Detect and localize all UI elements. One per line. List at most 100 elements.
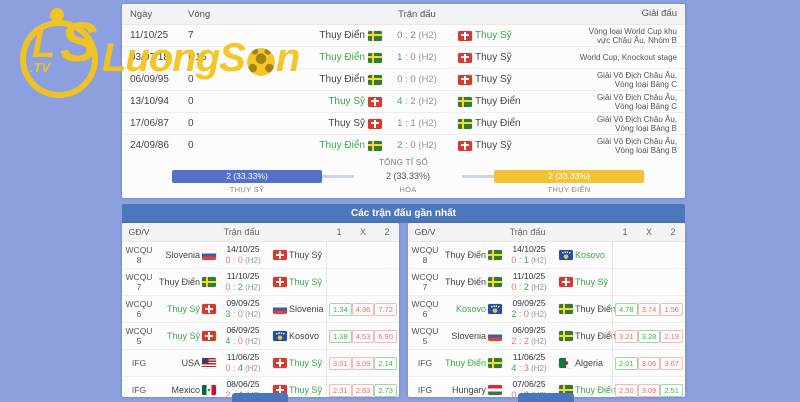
score-period-suffix: (H2) [243,310,261,319]
away-team-name: Thụy Sỹ [289,358,322,368]
away-team: Algeria [556,358,612,368]
match-date: 03/07/18 [122,52,188,63]
away-team-name: Thụy Điển [575,304,616,314]
home-team: Mexico [156,385,216,395]
h2h-match-row: 13/10/940Thụy Sỹ4 : 2 (H2)Thụy ĐiểnGiải … [122,90,685,112]
switzerland-caption: THỤY SỸ [172,185,322,194]
stage-number: 6 [122,309,156,319]
score-separator: : [516,255,524,265]
h2h-header-date: Ngày [122,9,188,20]
header-odds-x: X [351,227,375,237]
match-date: 14/10/25 [216,244,270,255]
header-match: Trận đấu [442,227,613,237]
score-period-suffix: (H2) [416,74,437,85]
match-score-line: 2 : 2 (H2) [502,336,556,347]
stage-round: IFG [408,385,442,395]
match-score-line: 4 : 3 (H2) [502,363,556,374]
logo-monogram-s: S [60,14,97,70]
slovenia-flag [488,331,502,341]
match-score: 0 : 0 (H2) [225,255,260,265]
home-team: Slovenia [442,331,502,341]
odds-cell: 4.783.741.56 [612,296,685,322]
tournament-line: Vòng loại Bảng B [572,146,677,155]
score-period-suffix: (H2) [529,256,547,265]
h2h-match-row: 17/06/870Thụy Sỹ1 : 1 (H2)Thụy ĐiểnGiải … [122,112,685,134]
match-round: 0 [188,74,252,85]
odds-value: 3.74 [638,303,661,316]
stage-number: 8 [408,255,442,265]
recent-match-row: WCQU6Thụy Sỹ09/09/253 : 0 (H2)Slovenia1.… [122,295,399,322]
sweden-flag [458,119,472,129]
bar-connector-right [462,175,494,178]
stage-code: WCQU [122,299,156,309]
stage-number: 7 [408,282,442,292]
match-date: 11/06/25 [216,352,270,363]
odds-cell: 2.503.092.51 [612,377,685,397]
odds-value: 3.01 [329,357,352,370]
home-team-name: Thụy Điển [319,52,365,63]
home-team-name: Slovenia [165,250,200,260]
recent-match-row: WCQU8Slovenia14/10/250 : 0 (H2)Thụy Sỹ [122,242,399,268]
header-stage: GĐ/V [122,227,156,237]
home-team: Thụy Điển [252,30,382,41]
stage-code: WCQU [122,326,156,336]
home-team-name: Hungary [452,385,486,395]
header-odds-x: X [637,227,661,237]
stage-round: WCQU8 [122,245,156,265]
show-more-left-button[interactable] [232,393,288,402]
h2h-header-match: Trận đấu [382,9,452,20]
away-team: Thụy Sỹ [452,52,572,63]
score-period-suffix: (H2) [243,256,261,265]
show-more-right-button[interactable] [518,393,574,402]
odds-value: 4.53 [352,330,375,343]
kosovo-flag [559,250,573,260]
tournament-name: Giải Vô Địch Châu Âu,Vòng loại Bảng C [572,93,685,111]
match-score-line: 0 : 1 (H2) [502,255,556,266]
h2h-header-tournament: Giải đấu [572,4,685,24]
home-team-name: USA [181,358,200,368]
logo-monogram-l: L [32,26,55,64]
home-team: Thụy Điển [442,277,502,287]
score-separator: : [230,336,238,346]
match-score-line: 0 : 0 (H2) [216,255,270,266]
home-team: Thụy Sỹ [156,331,216,341]
odds-value: 7.72 [374,303,397,316]
odds-cell: 3.213.282.19 [612,323,685,349]
stage-round: IFG [408,358,442,368]
date-and-score: 06/09/254 : 0 (H2) [216,325,270,347]
tournament-line: Vòng loại Bảng B [572,124,677,133]
stage-number: 5 [122,336,156,346]
match-score-line: 3 : 0 (H2) [216,309,270,320]
home-team: Thụy Điển [252,140,382,151]
date-and-score: 11/06/250 : 4 (H2) [216,352,270,374]
match-score: 1 : 0 (H2) [382,52,452,63]
kosovo-flag [488,304,502,314]
header-stage: GĐ/V [408,227,442,237]
h2h-match-row: 03/07/18R16Thụy Điển1 : 0 (H2)Thụy SỹWor… [122,46,685,68]
bar-connector-left [322,175,354,178]
odds-value: 3.28 [638,330,661,343]
globe-icon [20,20,98,98]
score-period-suffix: (H2) [416,96,437,107]
odds-value: 1.34 [329,303,352,316]
logo-tv-text: .TV [30,60,50,75]
sweden-flag [559,331,573,341]
sweden-flag [559,304,573,314]
slovenia-flag [202,250,216,260]
home-team-name: Thụy Điển [445,358,486,368]
home-team: Thụy Điển [252,74,382,85]
date-and-score: 09/09/253 : 0 (H2) [216,298,270,320]
switzerland-share-bar: 2 (33.33%) [172,170,322,183]
home-team-name: Kosovo [456,304,486,314]
home-team: Thụy Điển [156,277,216,287]
header-match: Trận đấu [156,227,327,237]
stage-round: WCQU8 [408,245,442,265]
stage-code: WCQU [122,272,156,282]
home-team-name: Thụy Điển [159,277,200,287]
match-score: 4 : 2 (H2) [382,96,452,107]
stage-code: IFG [122,358,156,368]
tournament-name: Giải Vô Địch Châu Âu,Vòng loại Bảng B [572,115,685,133]
away-team: Thụy Điển [556,304,612,314]
stage-number: 5 [408,336,442,346]
match-round: 7 [188,30,252,41]
